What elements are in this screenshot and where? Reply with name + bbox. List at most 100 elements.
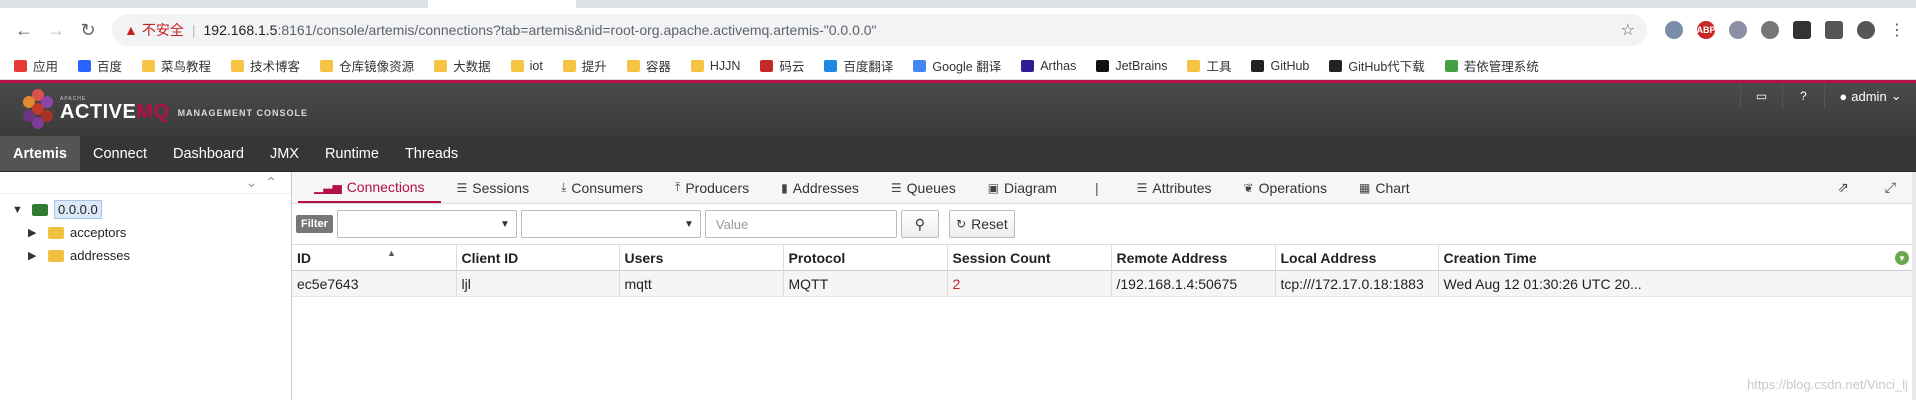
jetbrains-icon — [1096, 59, 1110, 72]
bookmark-label: Google 翻译 — [932, 60, 1002, 74]
nav-item-connect[interactable]: Connect — [80, 136, 160, 171]
popout-icon[interactable]: ⇗ — [1837, 179, 1849, 196]
tree-node-label[interactable]: addresses — [70, 248, 130, 263]
nav-item-jmx[interactable]: JMX — [257, 136, 312, 171]
browser-tab-strip — [0, 0, 1916, 8]
extension-icon[interactable] — [1665, 21, 1683, 39]
expand-all-icon[interactable]: ⌃ — [265, 174, 277, 191]
collapsed-arrow-icon[interactable]: ▶ — [28, 249, 42, 262]
ruoyi-icon — [1444, 59, 1458, 72]
bookmark-item[interactable]: 仓库镜像资源 — [320, 56, 414, 75]
bookmark-item[interactable]: 码云 — [760, 56, 804, 75]
folder-icon — [626, 59, 640, 72]
url-omnibox[interactable]: ▲ 不安全 | 192.168.1.5 :8161/console/artemi… — [112, 14, 1647, 46]
tab-consumers[interactable]: ⤓ Consumers — [545, 172, 659, 203]
url-host: 192.168.1.5 — [203, 22, 278, 38]
tree-node-label[interactable]: acceptors — [70, 225, 126, 240]
column-header[interactable]: ID ▲ — [292, 244, 457, 271]
bookmark-item[interactable]: Google 翻译 — [913, 56, 1001, 75]
folder-icon — [48, 226, 64, 239]
column-header[interactable]: Remote Address — [1111, 244, 1276, 271]
collapsed-arrow-icon[interactable]: ▶ — [28, 226, 42, 239]
bookmark-item[interactable]: 容器 — [626, 56, 671, 75]
forward-button[interactable]: → — [42, 16, 70, 44]
tab-producers[interactable]: ⤒ Producers — [659, 172, 765, 203]
bookmark-item[interactable]: GitHub — [1251, 59, 1309, 73]
bookmark-item[interactable]: 若依管理系统 — [1444, 56, 1539, 75]
bookmark-item[interactable]: 提升 — [562, 56, 607, 75]
column-chooser-icon[interactable]: ▼ — [1895, 251, 1909, 265]
bookmark-item[interactable]: 工具 — [1187, 56, 1231, 75]
tab-queues[interactable]: ☰ Queues — [875, 172, 972, 203]
column-header[interactable]: Users — [619, 244, 784, 271]
bookmark-label: 工具 — [1206, 60, 1232, 74]
nav-item-dashboard[interactable]: Dashboard — [160, 136, 257, 171]
user-menu[interactable]: ● admin ⌄ — [1824, 83, 1916, 109]
bookmark-star-icon[interactable]: ☆ — [1621, 20, 1635, 40]
column-header[interactable]: Client ID — [456, 244, 620, 271]
bookmark-item[interactable]: JetBrains — [1096, 59, 1167, 73]
collapse-all-icon[interactable]: ⌄ — [246, 174, 258, 191]
table-cell: mqtt — [619, 270, 784, 297]
bookmark-item[interactable]: HJJN — [690, 59, 740, 73]
nav-item-runtime[interactable]: Runtime — [312, 136, 392, 171]
browser-menu-icon[interactable]: ⋮ — [1889, 20, 1905, 40]
filter-field-select[interactable]: ▼ — [336, 210, 517, 238]
tab-diagram[interactable]: ▣ Diagram — [972, 172, 1073, 203]
reset-button[interactable]: ↻ Reset — [948, 210, 1015, 238]
list-icon: ☰ — [890, 180, 902, 195]
tab-chart[interactable]: ▦ Chart — [1343, 172, 1426, 203]
tab-sessions[interactable]: ☰ Sessions — [441, 172, 546, 203]
nav-item-threads[interactable]: Threads — [392, 136, 471, 171]
bookmark-item[interactable]: 菜鸟教程 — [142, 56, 211, 75]
monitor-icon[interactable]: ▭ — [1740, 83, 1782, 109]
tab-attributes[interactable]: ☰ Attributes — [1121, 172, 1228, 203]
media-extension-icon[interactable] — [1793, 21, 1811, 39]
bookmark-label: Arthas — [1040, 58, 1077, 73]
fullscreen-icon[interactable]: ⤢ — [1885, 179, 1896, 196]
tree-controls: ⌄ ⌃ — [0, 172, 291, 194]
bookmark-item[interactable]: iot — [510, 59, 543, 73]
filter-operator-select[interactable]: ▼ — [520, 210, 701, 238]
puzzle-extensions-icon[interactable] — [1825, 21, 1843, 39]
column-header[interactable]: Creation Time ▼ — [1438, 244, 1916, 271]
cup-extension-icon[interactable] — [1761, 21, 1779, 39]
expanded-arrow-icon[interactable]: ▼ — [12, 204, 26, 216]
column-header[interactable]: Session Count — [947, 244, 1112, 271]
column-header[interactable]: Local Address — [1275, 244, 1439, 271]
bookmark-item[interactable]: 大数据 — [434, 56, 491, 75]
filter-value-input[interactable]: Value — [704, 210, 897, 238]
subtab-separator: | — [1094, 179, 1099, 196]
help-icon[interactable]: ? — [1782, 83, 1824, 109]
search-button[interactable]: ⚲ — [900, 210, 939, 238]
bookmark-item[interactable]: 技术博客 — [231, 56, 300, 75]
bookmark-item[interactable]: 应用 — [14, 56, 58, 75]
bookmark-item[interactable]: GitHub代下载 — [1329, 56, 1425, 75]
tree-node-addresses[interactable]: ▶ addresses — [12, 244, 291, 267]
tab-operations[interactable]: ❦ Operations — [1228, 172, 1344, 203]
tree-node-acceptors[interactable]: ▶ acceptors — [12, 221, 291, 244]
cursor-extension-icon[interactable] — [1729, 21, 1747, 39]
table-row[interactable]: ec5e7643 ljl mqtt MQTT 2/192.168.1.4:50675 tc… — [292, 270, 1916, 297]
tree-root-node[interactable]: ▼ 0.0.0.0 — [12, 198, 291, 221]
tree-root-label[interactable]: 0.0.0.0 — [54, 200, 102, 219]
adblock-icon[interactable]: ABP — [1697, 21, 1716, 39]
tab-connections[interactable]: ▁▃▅ Connections — [298, 172, 441, 203]
bookmark-item[interactable]: 百度 — [78, 56, 122, 75]
column-header[interactable]: Protocol — [783, 244, 948, 271]
right-scrollbar[interactable] — [1912, 172, 1916, 400]
bookmark-item[interactable]: Arthas — [1021, 59, 1076, 73]
bookmark-item[interactable]: 百度翻译 — [824, 56, 893, 75]
tab-addresses[interactable]: ▮ Addresses — [765, 172, 875, 203]
profile-avatar-icon[interactable] — [1857, 21, 1875, 39]
reload-button[interactable]: ↻ — [74, 16, 102, 44]
active-browser-tab[interactable] — [428, 0, 576, 8]
connections-table: ID ▲ Client ID Users Protocol Session Count Re… — [292, 244, 1916, 297]
tab-label: Attributes — [1152, 179, 1212, 196]
folder-icon — [231, 59, 245, 72]
nav-item-artemis[interactable]: Artemis — [0, 136, 80, 171]
bookmark-label: 提升 — [581, 60, 607, 74]
chevron-down-icon: ⌄ — [1890, 88, 1902, 103]
activemq-logo[interactable]: APACHE ACTIVEMQ MANAGEMENT CONSOLE — [20, 87, 308, 133]
back-button[interactable]: ← — [10, 16, 38, 44]
